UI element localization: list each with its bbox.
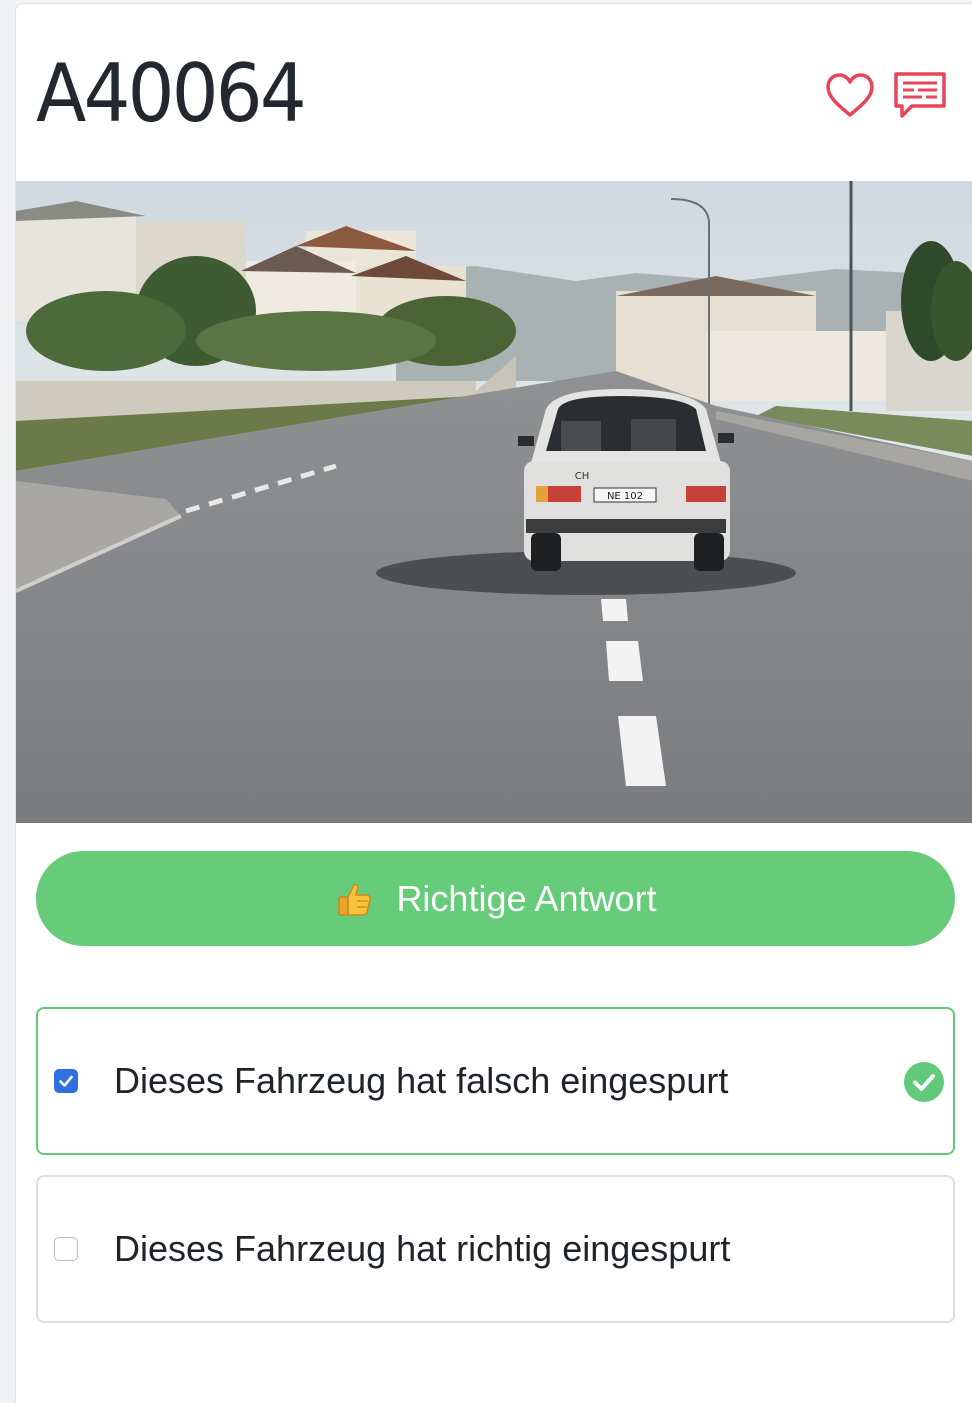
answer-option-2[interactable]: Dieses Fahrzeug hat richtig eingespurt xyxy=(36,1175,955,1323)
answer-option-label: Dieses Fahrzeug hat richtig eingespurt xyxy=(114,1228,731,1269)
comment-icon[interactable] xyxy=(892,68,948,124)
answer-option-label: Dieses Fahrzeug hat falsch eingespurt xyxy=(114,1060,729,1101)
license-plate: NE 102 xyxy=(607,491,643,502)
correct-answer-label: Richtige Antwort xyxy=(396,877,657,919)
question-photo: NE 102 CH xyxy=(16,181,972,823)
country-badge: CH xyxy=(575,471,590,482)
correct-answer-banner: Richtige Antwort xyxy=(36,851,955,946)
question-card: A40064 NE 102 CH Richtige Antwort Dieses… xyxy=(15,3,972,1403)
question-id: A40064 xyxy=(36,47,307,140)
answer-checkbox-1[interactable] xyxy=(54,1069,78,1093)
answer-checkbox-2[interactable] xyxy=(54,1237,78,1261)
heart-icon[interactable] xyxy=(824,70,876,122)
thumbs-up-icon xyxy=(334,879,374,919)
answer-option-1[interactable]: Dieses Fahrzeug hat falsch eingespurt xyxy=(36,1007,955,1155)
correct-check-icon xyxy=(903,1061,945,1103)
